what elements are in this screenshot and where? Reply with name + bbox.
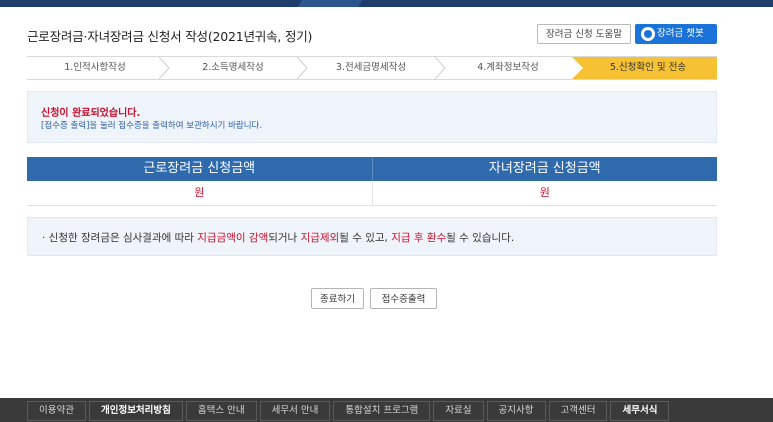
chatbot-button[interactable]: 장려금 챗봇 bbox=[635, 24, 717, 44]
amount-table-header: 근로장려금 신청금액 자녀장려금 신청금액 bbox=[27, 157, 717, 181]
footer-link-support[interactable]: 고객센터 bbox=[548, 401, 608, 421]
child-incentive-header: 자녀장려금 신청금액 bbox=[371, 157, 718, 181]
step-progress: 1.인적사항작성 2.소득명세작성 3.전세금명세작성 4.계좌정보작성 5.신… bbox=[27, 56, 717, 80]
amount-table: 근로장려금 신청금액 자녀장려금 신청금액 원 원 bbox=[27, 157, 717, 206]
footer: 이용약관 개인정보처리방침 홈택스 안내 세무서 안내 통합설치 프로그램 자료… bbox=[0, 398, 773, 422]
step-1: 1.인적사항작성 bbox=[64, 62, 126, 73]
page-title: 근로장려금·자녀장려금 신청서 작성(2021년귀속, 정기) bbox=[27, 29, 313, 44]
child-incentive-amount: 원 bbox=[371, 181, 718, 205]
completion-notice: 신청이 완료되었습니다. [접수증 출력]을 눌러 접수증을 출력하여 보관하시… bbox=[27, 91, 717, 143]
amount-table-row: 원 원 bbox=[27, 181, 717, 206]
footer-link-privacy[interactable]: 개인정보처리방침 bbox=[88, 401, 183, 421]
footer-link-library[interactable]: 자료실 bbox=[433, 401, 484, 421]
chatbot-button-label: 장려금 챗봇 bbox=[657, 28, 704, 39]
footer-link-terms[interactable]: 이용약관 bbox=[27, 401, 86, 421]
footer-link-install[interactable]: 통합설치 프로그램 bbox=[333, 401, 431, 421]
footer-links: 이용약관 개인정보처리방침 홈택스 안내 세무서 안내 통합설치 프로그램 자료… bbox=[27, 401, 672, 421]
page-header: 근로장려금·자녀장려금 신청서 작성(2021년귀속, 정기) 장려금 신청 도… bbox=[27, 24, 717, 46]
footer-link-notices[interactable]: 공지사항 bbox=[486, 401, 546, 421]
top-bar bbox=[0, 0, 773, 7]
step-4: 4.계좌정보작성 bbox=[477, 62, 539, 73]
help-button[interactable]: 장려금 신청 도움말 bbox=[537, 24, 631, 44]
footer-link-tax-forms[interactable]: 세무서식 bbox=[610, 401, 670, 421]
close-button[interactable]: 종료하기 bbox=[311, 288, 364, 309]
payment-info-text: · 신청한 장려금은 심사결과에 따라 지급금액이 감액되거나 지급제외될 수 … bbox=[42, 232, 515, 244]
chatbot-icon bbox=[641, 27, 655, 41]
footer-link-tax-office[interactable]: 세무서 안내 bbox=[259, 401, 331, 421]
work-incentive-amount: 원 bbox=[194, 186, 205, 199]
payment-info-box: · 신청한 장려금은 심사결과에 따라 지급금액이 감액되거나 지급제외될 수 … bbox=[27, 217, 717, 256]
step-2: 2.소득명세작성 bbox=[202, 62, 264, 73]
footer-link-hometax-guide[interactable]: 홈택스 안내 bbox=[185, 401, 257, 421]
completion-message: 신청이 완료되었습니다. bbox=[41, 108, 141, 119]
print-receipt-button[interactable]: 접수증출력 bbox=[370, 288, 437, 309]
step-3: 3.전세금명세작성 bbox=[335, 62, 407, 73]
receipt-instruction: [접수증 출력]을 눌러 접수증을 출력하여 보관하시기 바랍니다. bbox=[41, 121, 263, 131]
work-incentive-header: 근로장려금 신청금액 bbox=[143, 161, 256, 176]
step-5-active: 5.신청확인 및 전송 bbox=[609, 62, 687, 73]
